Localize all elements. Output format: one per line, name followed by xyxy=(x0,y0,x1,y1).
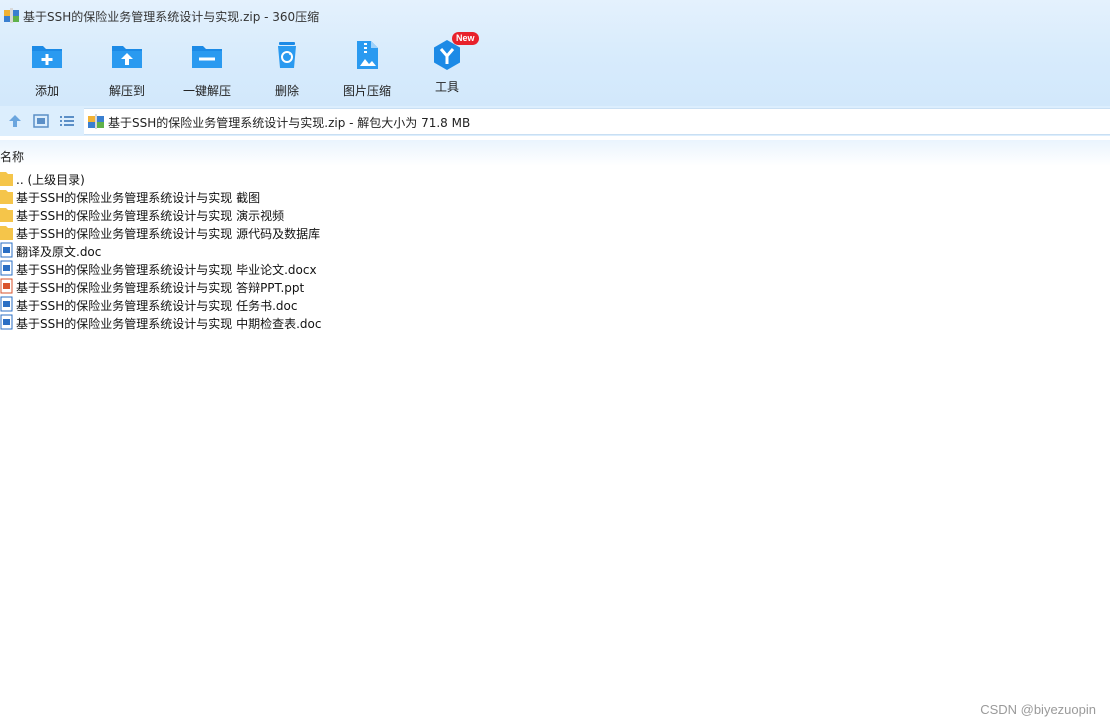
file-list: .. (上级目录) 基于SSH的保险业务管理系统设计与实现 截图 基于SSH的保… xyxy=(0,169,1110,331)
delete-label: 删除 xyxy=(274,84,299,98)
extract-to-button[interactable]: 解压到 xyxy=(87,36,167,98)
file-name: 基于SSH的保险业务管理系统设计与实现 任务书.doc xyxy=(16,299,298,313)
file-name: 基于SSH的保险业务管理系统设计与实现 源代码及数据库 xyxy=(16,227,321,241)
folder-icon xyxy=(0,226,13,240)
list-item[interactable]: 基于SSH的保险业务管理系统设计与实现 截图 xyxy=(0,187,1110,205)
ppt-icon xyxy=(0,278,13,294)
window-title: 基于SSH的保险业务管理系统设计与实现.zip - 360压缩 xyxy=(23,10,320,24)
add-label: 添加 xyxy=(34,84,59,98)
file-name: 基于SSH的保险业务管理系统设计与实现 中期检查表.doc xyxy=(16,317,322,331)
list-item[interactable]: 基于SSH的保险业务管理系统设计与实现 源代码及数据库 xyxy=(0,223,1110,241)
tools-icon-wrap: New xyxy=(430,32,479,72)
extract-to-label: 解压到 xyxy=(108,84,145,98)
one-click-extract-button[interactable]: 一键解压 xyxy=(167,36,247,98)
column-name-header[interactable]: 名称 xyxy=(0,148,24,165)
zip-app-icon xyxy=(4,8,19,23)
extract-to-icon xyxy=(112,46,142,68)
one-click-extract-icon xyxy=(192,46,222,68)
file-name: .. (上级目录) xyxy=(16,173,85,187)
list-item[interactable]: 基于SSH的保险业务管理系统设计与实现 演示视频 xyxy=(0,205,1110,223)
toolbar: 添加 解压到 一键解压 删除 图片压缩 New 工具 xyxy=(0,32,1110,100)
thumbnail-view-icon[interactable] xyxy=(32,113,50,129)
file-name: 翻译及原文.doc xyxy=(16,245,102,259)
word-doc-icon xyxy=(0,314,13,330)
one-click-extract-label: 一键解压 xyxy=(182,84,231,98)
list-item[interactable]: 基于SSH的保险业务管理系统设计与实现 任务书.doc xyxy=(0,295,1110,313)
word-doc-icon xyxy=(0,260,13,276)
image-compress-icon xyxy=(357,41,378,69)
list-item[interactable]: 基于SSH的保险业务管理系统设计与实现 答辩PPT.ppt xyxy=(0,277,1110,295)
list-view-icon[interactable] xyxy=(58,113,76,129)
title-bar: 基于SSH的保险业务管理系统设计与实现.zip - 360压缩 xyxy=(0,0,1110,32)
image-compress-label: 图片压缩 xyxy=(342,84,391,98)
folder-icon xyxy=(0,172,13,186)
address-text: 基于SSH的保险业务管理系统设计与实现.zip - 解包大小为 71.8 MB xyxy=(108,116,471,130)
app-window: 基于SSH的保险业务管理系统设计与实现.zip - 360压缩 添加 解压到 一… xyxy=(0,0,1110,725)
list-item[interactable]: 基于SSH的保险业务管理系统设计与实现 毕业论文.docx xyxy=(0,259,1110,277)
delete-button[interactable]: 删除 xyxy=(247,36,327,98)
navigation-bar: 基于SSH的保险业务管理系统设计与实现.zip - 解包大小为 71.8 MB xyxy=(0,106,1110,136)
recycle-bin-icon xyxy=(278,42,296,68)
tools-button[interactable]: New 工具 xyxy=(407,32,487,98)
file-name: 基于SSH的保险业务管理系统设计与实现 答辩PPT.ppt xyxy=(16,281,305,295)
add-button[interactable]: 添加 xyxy=(7,36,87,98)
list-item[interactable]: 基于SSH的保险业务管理系统设计与实现 中期检查表.doc xyxy=(0,313,1110,331)
file-name: 基于SSH的保险业务管理系统设计与实现 毕业论文.docx xyxy=(16,263,317,277)
word-doc-icon xyxy=(0,296,13,312)
up-arrow-icon[interactable] xyxy=(6,113,24,129)
folder-icon xyxy=(0,208,13,222)
watermark: CSDN @biyezuopin xyxy=(980,702,1096,717)
new-badge: New xyxy=(452,32,479,45)
image-compress-button[interactable]: 图片压缩 xyxy=(327,36,407,98)
list-item[interactable]: 翻译及原文.doc xyxy=(0,241,1110,259)
folder-icon xyxy=(0,190,13,204)
list-header: 名称 xyxy=(0,140,1110,166)
file-name: 基于SSH的保险业务管理系统设计与实现 截图 xyxy=(16,191,261,205)
tools-label: 工具 xyxy=(434,80,459,94)
zip-file-icon xyxy=(88,114,104,129)
file-name: 基于SSH的保险业务管理系统设计与实现 演示视频 xyxy=(16,209,285,223)
list-item[interactable]: .. (上级目录) xyxy=(0,169,1110,187)
word-doc-icon xyxy=(0,242,13,258)
add-folder-icon xyxy=(32,46,62,68)
address-bar[interactable]: 基于SSH的保险业务管理系统设计与实现.zip - 解包大小为 71.8 MB xyxy=(84,108,1110,135)
